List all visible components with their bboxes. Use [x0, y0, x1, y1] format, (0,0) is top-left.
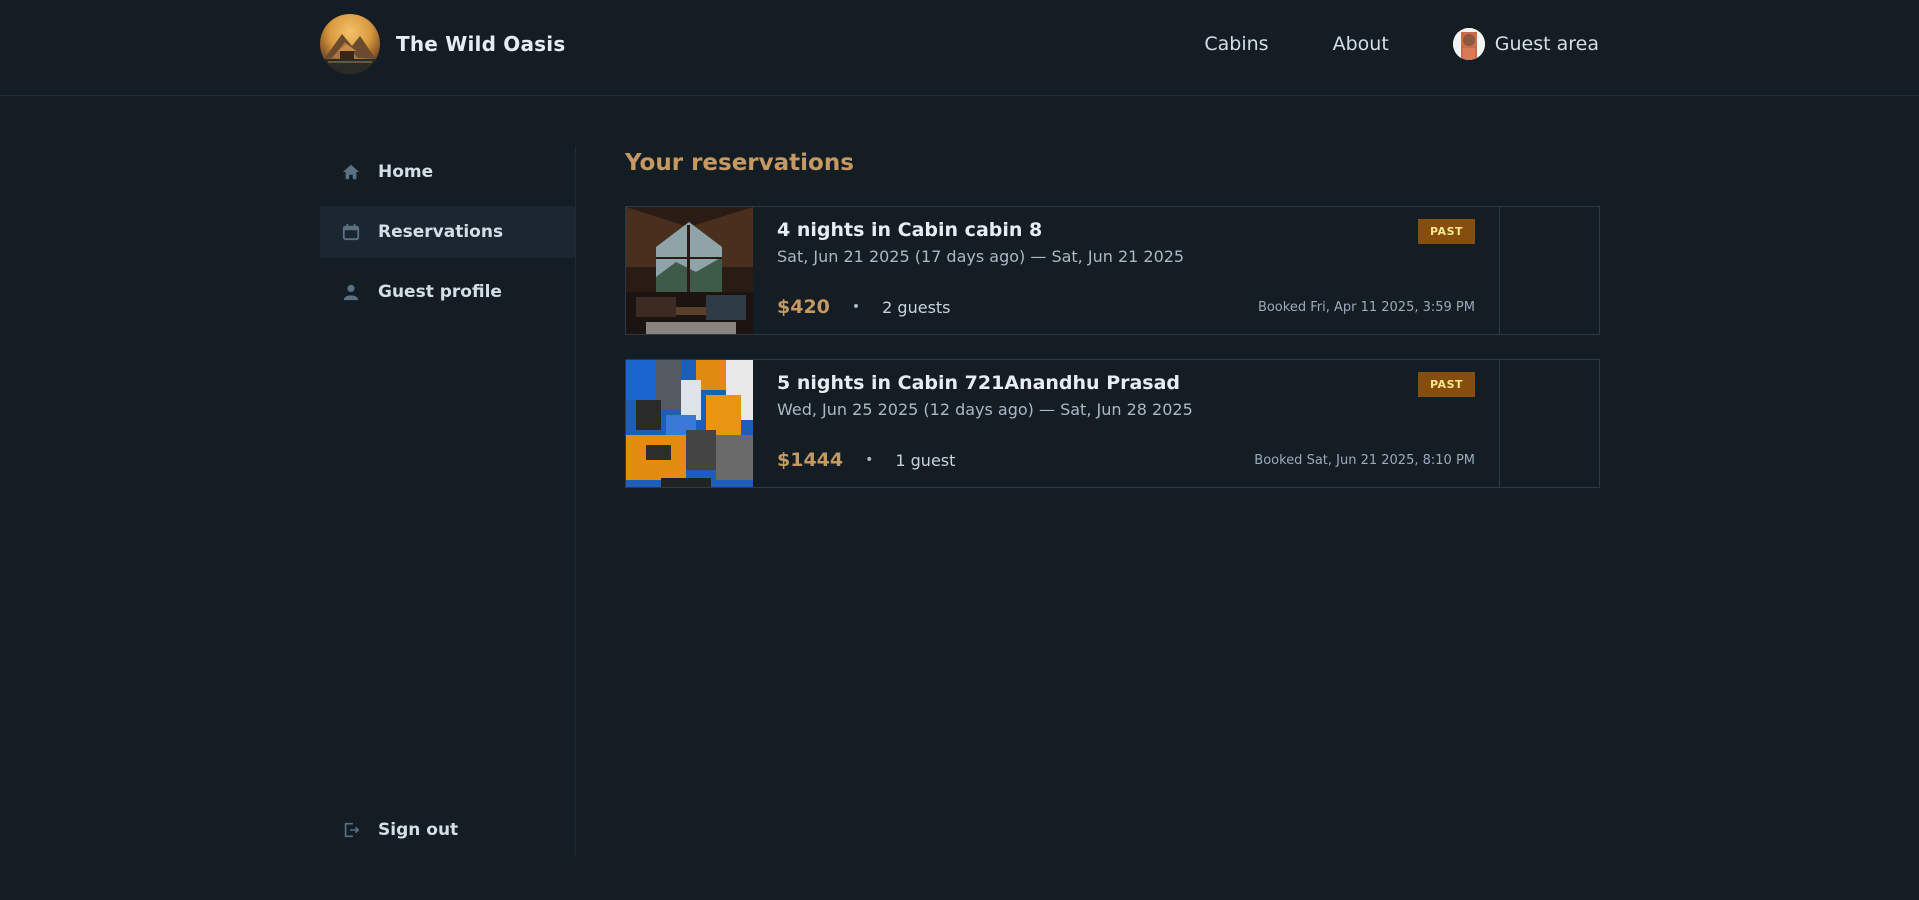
brand-logo-image	[320, 14, 380, 74]
sign-out-icon	[344, 822, 360, 838]
reservation-title: 5 nights in Cabin 721Anandhu Prasad	[777, 372, 1181, 394]
reservation-price: $420	[777, 296, 830, 318]
reservation-details: 4 nights in Cabin cabin 8 Sat, Jun 21 20…	[753, 207, 1499, 334]
reservation-card: 5 nights in Cabin 721Anandhu Prasad Wed,…	[625, 359, 1600, 488]
brand-logo-link[interactable]: The Wild Oasis	[320, 14, 565, 74]
sidebar-item-label: Home	[378, 162, 434, 182]
cabin-image	[626, 207, 753, 334]
reservation-card: 4 nights in Cabin cabin 8 Sat, Jun 21 20…	[625, 206, 1600, 335]
nav-about-link[interactable]: About	[1333, 33, 1389, 55]
site-header: The Wild Oasis Cabins About Guest area	[0, 0, 1919, 96]
brand-title: The Wild Oasis	[396, 32, 566, 56]
nav-guest-area-label: Guest area	[1494, 33, 1599, 55]
guest-avatar	[1452, 28, 1485, 60]
reservation-guests: 1 guest	[895, 450, 956, 470]
sidebar-item-reservations[interactable]: Reservations	[320, 206, 575, 258]
reservation-actions	[1499, 360, 1599, 487]
home-icon	[342, 164, 360, 180]
reservation-title: 4 nights in Cabin cabin 8	[777, 219, 1043, 241]
page-title: Your reservations	[625, 150, 854, 176]
reservation-dates: Wed, Jun 25 2025 (12 days ago) — Sat, Ju…	[777, 400, 1193, 419]
status-badge: PAST	[1418, 219, 1475, 244]
nav-guest-area-link[interactable]: Guest area	[1452, 28, 1599, 60]
reservations-main: Your reservations 4 nights in Cabin cabi…	[625, 146, 1600, 512]
reservation-price: $1444	[777, 449, 844, 471]
sidebar-item-guest-profile[interactable]: Guest profile	[320, 266, 575, 318]
sidebar-item-label: Reservations	[378, 222, 504, 242]
reservation-dates: Sat, Jun 21 2025 (17 days ago) — Sat, Ju…	[777, 247, 1185, 266]
cabin-image	[626, 360, 753, 487]
user-icon	[343, 284, 359, 301]
reservation-booked-date: Booked Fri, Apr 11 2025, 3:59 PM	[1257, 299, 1475, 315]
main-nav: Cabins About Guest area	[1204, 24, 1599, 64]
separator-dot: •	[851, 299, 861, 315]
account-sidebar: Home Reservations Guest profile Sign out	[320, 146, 576, 856]
separator-dot: •	[865, 452, 874, 468]
reservation-actions	[1499, 207, 1599, 334]
sidebar-item-home[interactable]: Home	[320, 146, 575, 198]
reservation-details: 5 nights in Cabin 721Anandhu Prasad Wed,…	[753, 360, 1499, 487]
reservation-guests: 2 guests	[882, 297, 951, 317]
reservation-booked-date: Booked Sat, Jun 21 2025, 8:10 PM	[1254, 452, 1475, 468]
sign-out-button[interactable]: Sign out	[320, 804, 575, 856]
nav-cabins-link[interactable]: Cabins	[1204, 33, 1268, 55]
calendar-icon	[342, 223, 360, 241]
status-badge: PAST	[1418, 372, 1475, 397]
sign-out-label: Sign out	[378, 820, 459, 840]
sidebar-item-label: Guest profile	[378, 282, 502, 302]
